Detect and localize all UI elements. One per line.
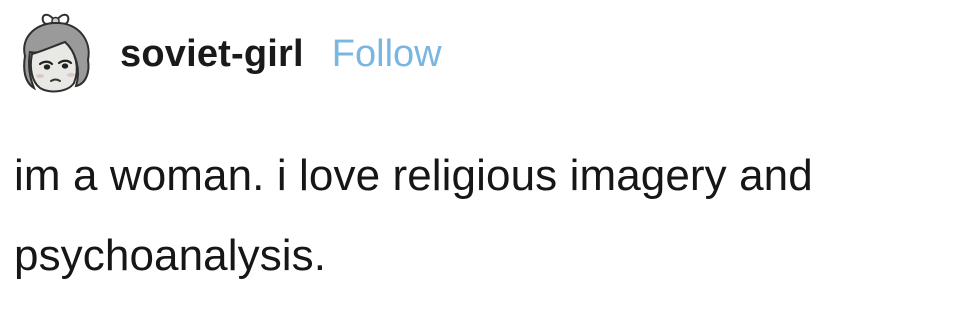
follow-button[interactable]: Follow	[332, 35, 442, 73]
avatar-icon[interactable]	[10, 8, 102, 100]
username[interactable]: soviet-girl	[120, 35, 304, 73]
post-header: soviet-girl Follow	[10, 6, 442, 102]
post-card: soviet-girl Follow im a woman. i love re…	[0, 0, 957, 319]
post-text: im a woman. i love religious imagery and…	[14, 151, 813, 280]
